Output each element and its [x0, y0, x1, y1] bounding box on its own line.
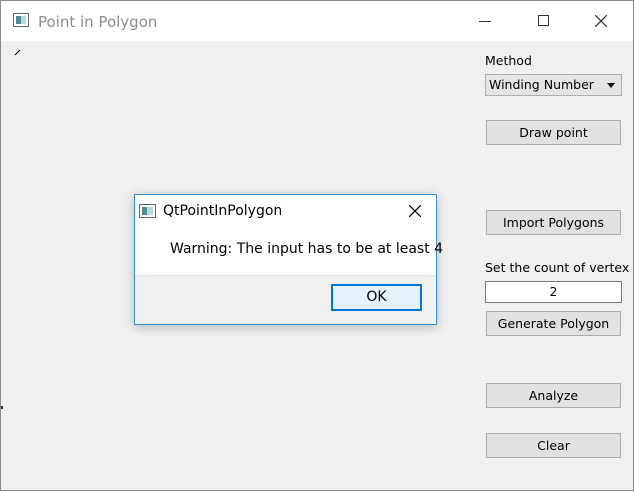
ok-button[interactable]: OK: [331, 284, 422, 311]
close-icon: [595, 15, 607, 27]
dialog-title: QtPointInPolygon: [163, 203, 283, 219]
dialog-message: Warning: The input has to be at least 4: [170, 241, 444, 257]
dialog-footer: OK: [135, 275, 436, 324]
generate-polygon-button[interactable]: Generate Polygon: [486, 311, 621, 336]
canvas-point-mark: [14, 49, 21, 56]
canvas-edge-mark: [1, 406, 3, 409]
analyze-button[interactable]: Analyze: [486, 383, 621, 408]
window-title: Point in Polygon: [38, 13, 158, 31]
close-button[interactable]: [573, 1, 631, 41]
method-label: Method: [485, 53, 532, 68]
method-select-value: Winding Number: [489, 77, 594, 92]
vertex-count-input[interactable]: 2: [485, 281, 622, 303]
dialog-app-icon: [139, 204, 156, 218]
main-window: Point in Polygon Method Winding Number D…: [0, 0, 634, 491]
import-polygons-button[interactable]: Import Polygons: [486, 210, 621, 235]
warning-dialog: QtPointInPolygon Warning: The input has …: [134, 194, 443, 325]
vertex-count-label: Set the count of vertex: [485, 260, 630, 275]
method-select[interactable]: Winding Number: [485, 74, 622, 96]
app-icon: [13, 13, 29, 27]
maximize-button[interactable]: [515, 1, 573, 41]
dialog-close-button[interactable]: [397, 197, 433, 225]
title-bar[interactable]: Point in Polygon: [1, 1, 633, 41]
chevron-down-icon: [607, 83, 615, 88]
draw-point-button[interactable]: Draw point: [486, 120, 621, 145]
clear-button[interactable]: Clear: [486, 433, 621, 458]
close-icon: [409, 205, 421, 217]
minimize-button[interactable]: [457, 1, 515, 41]
